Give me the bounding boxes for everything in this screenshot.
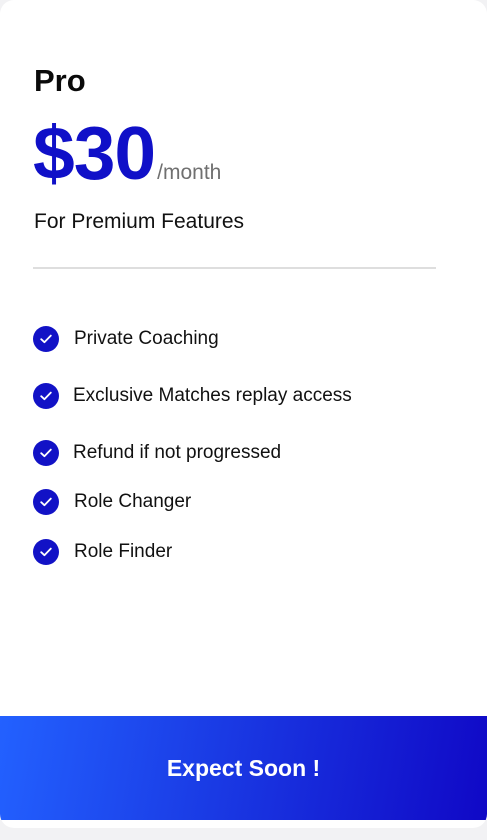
check-circle-icon (33, 383, 59, 409)
billing-period: /month (157, 161, 222, 184)
pricing-card: Pro $30 /month For Premium Features Priv… (0, 0, 487, 828)
feature-item: Refund if not progressed (33, 439, 463, 467)
plan-name: Pro (34, 63, 86, 98)
check-circle-icon (33, 440, 59, 466)
feature-label: Refund if not progressed (73, 442, 282, 463)
feature-item: Private Coaching (33, 325, 463, 353)
feature-label: Role Changer (74, 491, 192, 512)
feature-item: Role Finder (33, 538, 463, 566)
feature-item: Exclusive Matches replay access (33, 382, 463, 410)
expect-soon-button[interactable]: Expect Soon ! (0, 716, 487, 820)
divider (33, 267, 436, 269)
feature-label: Private Coaching (74, 328, 219, 349)
check-circle-icon (33, 326, 59, 352)
check-circle-icon (33, 489, 59, 515)
check-circle-icon (33, 539, 59, 565)
plan-price: $30 (33, 111, 156, 195)
plan-tagline: For Premium Features (34, 210, 245, 233)
feature-label: Role Finder (74, 541, 173, 562)
feature-label: Exclusive Matches replay access (73, 385, 352, 406)
feature-item: Role Changer (33, 488, 463, 516)
price-row: $30 /month (33, 110, 221, 196)
